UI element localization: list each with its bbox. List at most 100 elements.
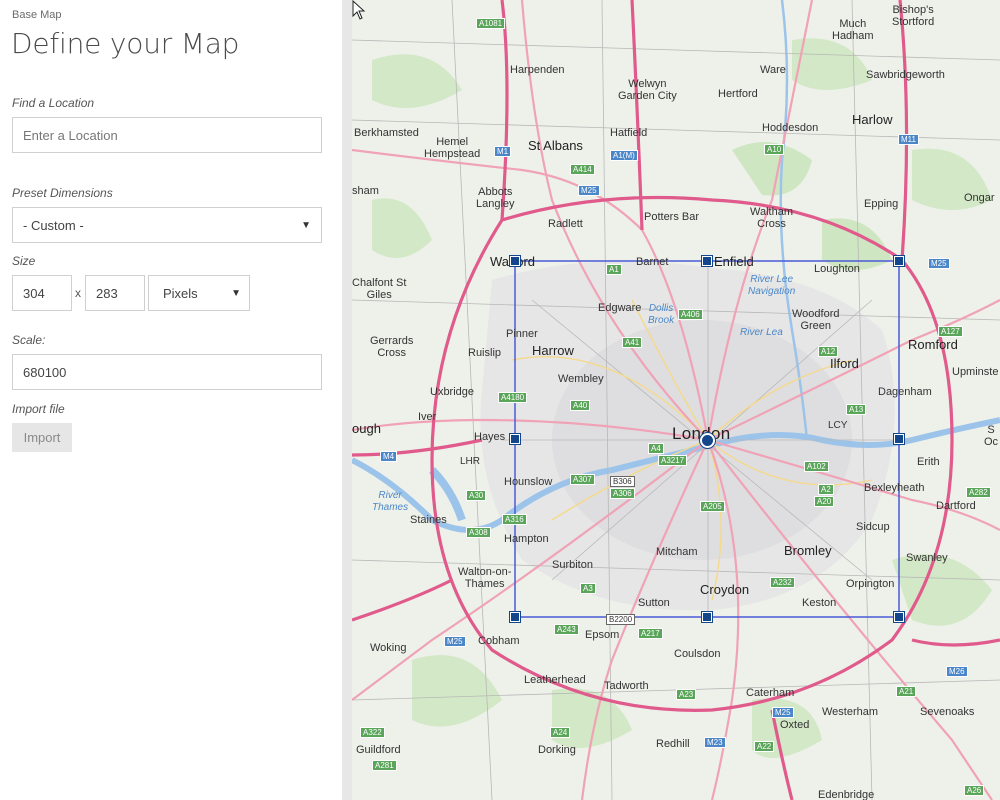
place-label: Hayes	[474, 431, 506, 443]
place-label: Staines	[410, 514, 447, 526]
place-label: Sutton	[638, 597, 670, 609]
road-shield: A24	[550, 727, 571, 738]
place-label: Edgware	[598, 302, 642, 314]
mouse-cursor-icon	[352, 0, 366, 20]
road-shield: M4	[380, 451, 398, 462]
place-label: Keston	[802, 597, 837, 609]
resize-handle-bottom-right[interactable]	[893, 611, 905, 623]
road-shield: A41	[622, 337, 643, 348]
road-shield: A21	[896, 686, 917, 697]
place-label: Hemel Hempstead	[424, 136, 481, 160]
road-shield: A316	[502, 514, 527, 525]
import-file-label: Import file	[12, 402, 65, 416]
road-shield: M11	[898, 134, 919, 145]
road-shield: A1081	[476, 18, 506, 29]
center-drag-handle[interactable]	[700, 433, 715, 448]
road-shield: A322	[360, 727, 385, 738]
road-shield: A1	[606, 264, 622, 275]
scale-input[interactable]	[12, 354, 322, 390]
road-shield: A26	[964, 785, 985, 796]
place-label: Edenbridge	[818, 789, 875, 800]
resize-handle-top-left[interactable]	[509, 255, 521, 267]
road-shield: M26	[946, 666, 968, 677]
road-shield: A243	[554, 624, 579, 635]
place-label: Swanley	[906, 552, 948, 564]
place-label: Sevenoaks	[920, 706, 975, 718]
place-label: Epping	[864, 198, 899, 210]
place-label: sham	[352, 185, 379, 197]
road-shield: A205	[700, 501, 725, 512]
map-canvas[interactable]: Much Hadham Bishop's Stortford Harpenden W…	[352, 0, 1000, 800]
chevron-down-icon: ▼	[301, 219, 311, 231]
road-shield: B2200	[606, 614, 636, 625]
road-shield: B306	[610, 476, 635, 487]
place-label: Ware	[760, 64, 786, 76]
place-label: Bromley	[784, 543, 832, 558]
road-shield: A40	[570, 400, 591, 411]
road-shield: A10	[764, 144, 785, 155]
resize-handle-top-right[interactable]	[893, 255, 905, 267]
place-label: Erith	[917, 456, 940, 468]
place-label: Radlett	[548, 218, 583, 230]
height-input[interactable]	[85, 275, 145, 311]
place-label: Wembley	[558, 373, 604, 385]
road-shield: A22	[754, 741, 775, 752]
place-label: Pinner	[506, 328, 538, 340]
place-label: Abbots Langley	[476, 186, 515, 210]
place-label: Hoddesdon	[762, 122, 819, 134]
road-shield: A406	[678, 309, 703, 320]
place-label: Guildford	[356, 744, 401, 756]
water-label: Dollis Brook	[648, 303, 675, 326]
place-label: Tadworth	[604, 680, 649, 692]
resize-handle-bottom[interactable]	[701, 611, 713, 623]
breadcrumb[interactable]: Base Map	[12, 9, 62, 21]
place-label: Welwyn Garden City	[618, 78, 677, 102]
preset-dimensions-select[interactable]: - Custom - ▼	[12, 207, 322, 243]
place-label: Romford	[908, 337, 958, 352]
place-label: Harpenden	[510, 64, 565, 76]
map-roads-layer	[352, 0, 1000, 800]
place-label: Coulsdon	[674, 648, 721, 660]
resize-handle-top[interactable]	[701, 255, 713, 267]
unit-select[interactable]: Pixels ▼	[148, 275, 250, 311]
road-shield: A232	[770, 577, 795, 588]
size-label: Size	[12, 254, 36, 268]
location-search-input[interactable]	[12, 117, 322, 153]
place-label: Hounslow	[504, 476, 553, 488]
import-button[interactable]: Import	[12, 423, 72, 452]
panel-divider[interactable]	[342, 0, 352, 800]
place-label: Sidcup	[856, 521, 890, 533]
place-label: Leatherhead	[524, 674, 586, 686]
road-shield: A2	[818, 484, 834, 495]
place-label: Much Hadham	[832, 18, 874, 42]
page-title: Define your Map	[11, 27, 240, 60]
place-label: Dagenham	[878, 386, 932, 398]
place-label: Chalfont St Giles	[352, 277, 407, 301]
water-label: River Thames	[372, 490, 409, 513]
road-shield: M25	[578, 185, 600, 196]
resize-handle-bottom-left[interactable]	[509, 611, 521, 623]
place-label: Woodford Green	[792, 308, 840, 332]
resize-handle-right[interactable]	[893, 433, 905, 445]
road-shield: A307	[570, 474, 595, 485]
preset-dimensions-label: Preset Dimensions	[12, 186, 113, 200]
place-label: Bishop's Stortford	[892, 4, 935, 28]
airport-label: LCY	[828, 420, 848, 431]
place-label: Cobham	[478, 635, 520, 647]
place-label: Woking	[370, 642, 407, 654]
width-input[interactable]	[12, 275, 72, 311]
place-label: Enfield	[714, 254, 754, 269]
place-label: Caterham	[746, 687, 795, 699]
place-label: Berkhamsted	[354, 127, 419, 139]
place-label: Hertford	[718, 88, 758, 100]
place-label: Uxbridge	[430, 386, 475, 398]
resize-handle-left[interactable]	[509, 433, 521, 445]
road-shield: A102	[804, 461, 829, 472]
road-shield: A13	[846, 404, 867, 415]
place-label: Westerham	[822, 706, 879, 718]
place-label: Waltham Cross	[750, 206, 793, 230]
place-label: Dartford	[936, 500, 976, 512]
map-settings-panel: Base Map Define your Map Find a Location…	[0, 0, 342, 800]
place-label: Mitcham	[656, 546, 698, 558]
place-label: Dorking	[538, 744, 576, 756]
